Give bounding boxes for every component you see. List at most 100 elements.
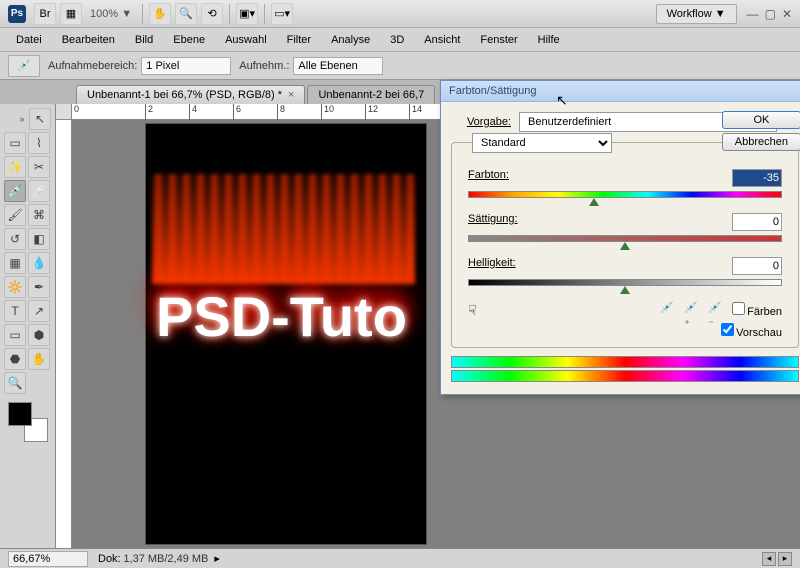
saturation-slider[interactable]: [468, 235, 782, 249]
colorize-checkbox[interactable]: Färben: [732, 302, 782, 318]
history-brush-tool[interactable]: ↺: [4, 228, 26, 250]
rotate-view-button[interactable]: ⟲: [201, 3, 223, 25]
clone-tool[interactable]: ⌘: [28, 204, 50, 226]
blur-tool[interactable]: 💧: [28, 252, 50, 274]
ruler-tick: 4: [190, 104, 234, 120]
move-tool[interactable]: ↖: [29, 108, 51, 130]
preview-checkbox[interactable]: Vorschau: [721, 327, 782, 339]
ok-button[interactable]: OK: [722, 111, 800, 129]
ruler-tick: 10: [322, 104, 366, 120]
crop-tool[interactable]: ✂: [28, 156, 50, 178]
3d-camera-tool[interactable]: ⬣: [4, 348, 26, 370]
tab-document-1[interactable]: Unbenannt-1 bei 66,7% (PSD, RGB/8) * ×: [76, 85, 305, 104]
menu-filter[interactable]: Filter: [279, 30, 319, 50]
filmstrip-button[interactable]: ▦: [60, 3, 82, 25]
lightness-input[interactable]: [732, 257, 782, 275]
doc-size-label: Dok:: [98, 553, 121, 565]
canvas-text: PSD-Tuto: [156, 284, 407, 349]
scrub-icon[interactable]: ☟: [468, 302, 477, 319]
ruler-vertical[interactable]: [56, 120, 72, 548]
menu-bearbeiten[interactable]: Bearbeiten: [54, 30, 123, 50]
workflow-dropdown[interactable]: Workflow ▼: [656, 4, 737, 24]
preset-label: Vorgabe:: [451, 116, 511, 128]
cancel-button[interactable]: Abbrechen: [722, 133, 800, 151]
eyedropper-minus-icon[interactable]: 💉₋: [708, 301, 726, 319]
tab-document-2[interactable]: Unbenannt-2 bei 66,7: [307, 85, 435, 104]
menu-3d[interactable]: 3D: [382, 30, 412, 50]
type-tool[interactable]: T: [4, 300, 26, 322]
lightness-slider[interactable]: [468, 279, 782, 293]
color-swatches[interactable]: [8, 402, 48, 442]
tool-preset-icon[interactable]: 💉: [8, 55, 40, 77]
menubar: Datei Bearbeiten Bild Ebene Auswahl Filt…: [0, 28, 800, 52]
tab-label: Unbenannt-1 bei 66,7% (PSD, RGB/8) *: [87, 89, 282, 101]
document-canvas[interactable]: PSD-Tuto: [146, 124, 426, 544]
healing-tool[interactable]: 🩹: [28, 180, 50, 202]
lightness-label: Helligkeit:: [468, 257, 516, 275]
eyedropper-tool[interactable]: 💉: [4, 180, 26, 202]
scroll-left[interactable]: ◂: [762, 552, 776, 566]
ruler-tick: 2: [146, 104, 190, 120]
eyedropper-icon[interactable]: 💉: [660, 301, 678, 319]
channel-select[interactable]: Standard: [472, 133, 612, 153]
saturation-label: Sättigung:: [468, 213, 518, 231]
menu-hilfe[interactable]: Hilfe: [530, 30, 568, 50]
menu-auswahl[interactable]: Auswahl: [217, 30, 275, 50]
pen-tool[interactable]: ✒: [28, 276, 50, 298]
statusbar: 66,67% Dok: 1,37 MB/2,49 MB ▸ ◂ ▸: [0, 548, 800, 568]
tab-close-icon[interactable]: ×: [288, 89, 294, 101]
adjustments-group: Standard Farbton: Sättigung:: [451, 142, 799, 348]
path-select-tool[interactable]: ↗: [28, 300, 50, 322]
arrange-button[interactable]: ▣▾: [236, 3, 258, 25]
toolbox: » ↖ ▭ ⌇ ✨ ✂ 💉 🩹 🖌 ⌘ ↺ ◧ ▦ 💧 🔆 ✒ T ↗ ▭ ⬢ …: [0, 104, 56, 548]
doc-size-value: 1,37 MB/2,49 MB: [123, 553, 208, 565]
menu-ebene[interactable]: Ebene: [165, 30, 213, 50]
bridge-button[interactable]: Br: [34, 3, 56, 25]
fg-color-swatch[interactable]: [8, 402, 32, 426]
shape-tool[interactable]: ▭: [4, 324, 26, 346]
hand-tool[interactable]: ✋: [28, 348, 50, 370]
hand-tool-button[interactable]: ✋: [149, 3, 171, 25]
toolbox-expand-icon[interactable]: »: [17, 108, 27, 130]
saturation-input[interactable]: [732, 213, 782, 231]
eyedropper-plus-icon[interactable]: 💉₊: [684, 301, 702, 319]
3d-tool[interactable]: ⬢: [28, 324, 50, 346]
sample-layer-label: Aufnehm.:: [239, 60, 289, 72]
zoom-tool-button[interactable]: 🔍: [175, 3, 197, 25]
screen-mode-button[interactable]: ▭▾: [271, 3, 293, 25]
menu-bild[interactable]: Bild: [127, 30, 161, 50]
color-bar-top: [451, 356, 799, 368]
gradient-tool[interactable]: ▦: [4, 252, 26, 274]
sample-size-select[interactable]: [141, 57, 231, 75]
doc-menu-arrow[interactable]: ▸: [214, 552, 220, 565]
brush-tool[interactable]: 🖌: [4, 204, 26, 226]
minimize-button[interactable]: —: [747, 7, 759, 21]
sample-layer-select[interactable]: [293, 57, 383, 75]
ruler-tick: 0: [72, 104, 146, 120]
close-button[interactable]: ✕: [782, 7, 792, 21]
hue-input[interactable]: [732, 169, 782, 187]
restore-button[interactable]: ▢: [765, 7, 776, 21]
tab-label: Unbenannt-2 bei 66,7: [318, 89, 424, 101]
lasso-tool[interactable]: ⌇: [28, 132, 50, 154]
scroll-right[interactable]: ▸: [778, 552, 792, 566]
options-bar: 💉 Aufnahmebereich: Aufnehm.:: [0, 52, 800, 80]
hue-label: Farbton:: [468, 169, 509, 187]
menu-analyse[interactable]: Analyse: [323, 30, 378, 50]
magic-wand-tool[interactable]: ✨: [4, 156, 26, 178]
hue-slider[interactable]: [468, 191, 782, 205]
zoom-tool[interactable]: 🔍: [4, 372, 26, 394]
menu-ansicht[interactable]: Ansicht: [416, 30, 468, 50]
dodge-tool[interactable]: 🔆: [4, 276, 26, 298]
dialog-title[interactable]: Farbton/Sättigung: [441, 81, 800, 102]
eraser-tool[interactable]: ◧: [28, 228, 50, 250]
zoom-combo[interactable]: 100% ▼: [90, 8, 132, 20]
color-bar-bottom: [451, 370, 799, 382]
titlebar: Ps Br ▦ 100% ▼ ✋ 🔍 ⟲ ▣▾ ▭▾ Workflow ▼ — …: [0, 0, 800, 28]
marquee-tool[interactable]: ▭: [4, 132, 26, 154]
menu-fenster[interactable]: Fenster: [472, 30, 525, 50]
ruler-corner: [56, 104, 72, 120]
sample-size-label: Aufnahmebereich:: [48, 60, 137, 72]
menu-datei[interactable]: Datei: [8, 30, 50, 50]
status-zoom[interactable]: 66,67%: [8, 551, 88, 567]
